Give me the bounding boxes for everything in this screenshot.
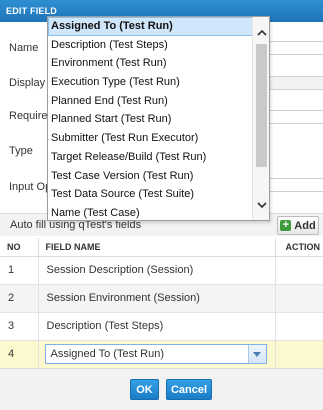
table-row[interactable]: 1 Session Description (Session) <box>0 256 323 285</box>
add-button-label: Add <box>294 219 316 232</box>
row-no: 1 <box>0 256 39 285</box>
dropdown-option[interactable]: Planned Start (Test Run) <box>48 110 253 129</box>
scrollbar-thumb[interactable] <box>256 44 267 167</box>
row-action <box>275 256 323 285</box>
dropdown-option-selected[interactable]: Assigned To (Test Run) <box>48 17 253 36</box>
header-action: ACTION <box>275 238 323 257</box>
dropdown-option[interactable]: Submitter (Test Run Executor) <box>48 129 253 148</box>
table-header-row: NO FIELD NAME ACTION <box>0 238 323 257</box>
table-row[interactable]: 3 Description (Test Steps) <box>0 312 323 341</box>
chevron-up-icon[interactable] <box>253 25 269 41</box>
dropdown-option[interactable]: Execution Type (Test Run) <box>48 73 253 92</box>
dropdown-option[interactable]: Target Release/Build (Test Run) <box>48 148 253 167</box>
row-action <box>275 312 323 341</box>
row-no: 3 <box>0 312 39 341</box>
chevron-down-icon[interactable] <box>247 345 266 363</box>
type-label: Type <box>9 145 33 157</box>
row-field-cell: Assigned To (Test Run) <box>38 340 276 369</box>
chevron-down-icon[interactable] <box>253 197 269 213</box>
header-field-name: FIELD NAME <box>38 238 276 257</box>
plus-icon: + <box>280 220 292 231</box>
ok-button[interactable]: OK <box>130 379 159 400</box>
field-dropdown-list[interactable]: Assigned To (Test Run) Description (Test… <box>47 16 270 221</box>
table-row[interactable]: 2 Session Environment (Session) <box>0 284 323 313</box>
row-no: 2 <box>0 284 39 313</box>
cancel-button[interactable]: Cancel <box>166 379 212 400</box>
add-button[interactable]: + Add <box>277 216 319 235</box>
row-action <box>275 340 323 369</box>
dropdown-options: Assigned To (Test Run) Description (Test… <box>48 17 253 220</box>
field-mapping-table: NO FIELD NAME ACTION 1 Session Descripti… <box>0 238 323 369</box>
header-no: NO <box>0 238 39 257</box>
dropdown-option[interactable]: Planned End (Test Run) <box>48 92 253 111</box>
row-field: Session Environment (Session) <box>38 284 276 313</box>
row-no: 4 <box>0 340 39 369</box>
table-row-active[interactable]: 4 Assigned To (Test Run) <box>0 340 323 369</box>
row-field: Description (Test Steps) <box>38 312 276 341</box>
dropdown-option[interactable]: Environment (Test Run) <box>48 54 253 73</box>
dropdown-option[interactable]: Test Case Version (Test Run) <box>48 167 253 186</box>
dropdown-option[interactable]: Test Data Source (Test Suite) <box>48 185 253 204</box>
name-label: Name <box>9 42 39 54</box>
row-field: Session Description (Session) <box>38 256 276 285</box>
field-select-value: Assigned To (Test Run) <box>50 348 165 360</box>
dialog-footer: OK Cancel <box>0 368 323 410</box>
dropdown-option[interactable]: Name (Test Case) <box>48 204 253 220</box>
dropdown-option[interactable]: Description (Test Steps) <box>48 36 253 55</box>
row-action <box>275 284 323 313</box>
field-select[interactable]: Assigned To (Test Run) <box>44 344 267 364</box>
dropdown-scrollbar[interactable] <box>252 17 269 220</box>
